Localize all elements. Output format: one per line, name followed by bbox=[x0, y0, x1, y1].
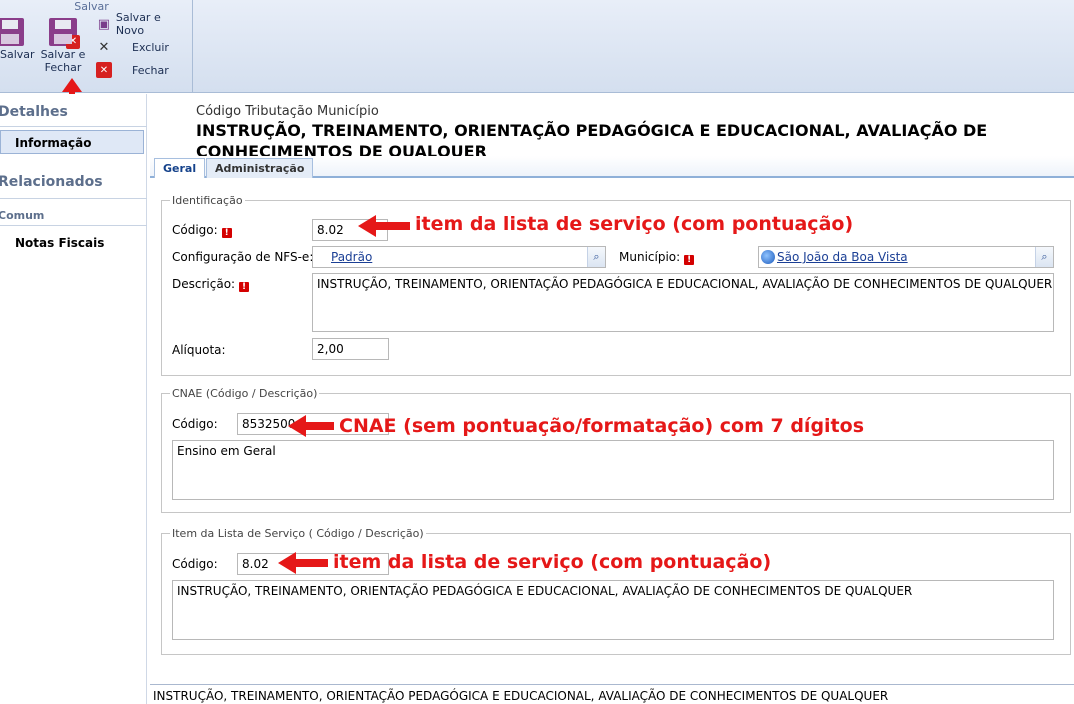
required-icon: ! bbox=[684, 255, 695, 265]
municipio-link[interactable]: São João da Boa Vista bbox=[777, 250, 908, 264]
sidebar-item-notas-fiscais[interactable]: Notas Fiscais bbox=[15, 236, 104, 250]
sidebar-item-informacao[interactable]: Informação bbox=[0, 130, 144, 154]
ribbon-group-save: Salvar Salvar ✕ Salvar e Fechar ▣ Salvar… bbox=[0, 0, 193, 93]
ribbon-toolbar: Salvar Salvar ✕ Salvar e Fechar ▣ Salvar… bbox=[0, 0, 1074, 93]
lookup-icon[interactable]: ⌕ bbox=[587, 247, 605, 267]
sidebar-navigation: Detalhes Informação Relacionados Comum N… bbox=[0, 94, 147, 704]
status-footer: INSTRUÇÃO, TREINAMENTO, ORIENTAÇÃO PEDAG… bbox=[150, 684, 1074, 704]
fieldset-legend: Item da Lista de Serviço ( Código / Desc… bbox=[172, 527, 424, 540]
close-red-icon: ✕ bbox=[96, 62, 112, 78]
close-label: Fechar bbox=[132, 63, 169, 77]
save-new-button[interactable]: ▣ Salvar e Novo bbox=[96, 11, 192, 37]
delete-x-icon: ✕ bbox=[98, 39, 110, 55]
divider bbox=[0, 225, 147, 226]
divider bbox=[0, 126, 147, 127]
sidebar-header-related: Relacionados bbox=[0, 174, 103, 190]
item-codigo-label: Código: bbox=[172, 557, 218, 571]
main-form: Código Tributação Município INSTRUÇÃO, T… bbox=[150, 94, 1074, 704]
delete-button[interactable]: ✕ Excluir bbox=[96, 38, 169, 56]
annotation-arrow-left bbox=[288, 415, 334, 437]
entity-name-title: INSTRUÇÃO, TREINAMENTO, ORIENTAÇÃO PEDAG… bbox=[196, 121, 988, 156]
config-nfse-link[interactable]: Padrão bbox=[331, 250, 372, 264]
required-icon: ! bbox=[221, 228, 232, 238]
item-descricao-textarea[interactable]: INSTRUÇÃO, TREINAMENTO, ORIENTAÇÃO PEDAG… bbox=[172, 580, 1054, 640]
config-nfse-lookup[interactable]: Padrão ⌕ bbox=[312, 246, 606, 268]
sidebar-header-details: Detalhes bbox=[0, 104, 68, 120]
cnae-descricao-textarea[interactable]: Ensino em Geral bbox=[172, 440, 1054, 500]
save-button[interactable]: Salvar bbox=[0, 18, 35, 61]
municipio-label-text: Município: bbox=[619, 250, 681, 264]
tab-geral[interactable]: Geral bbox=[154, 158, 206, 178]
annotation-arrow-left bbox=[278, 552, 328, 574]
descricao-textarea[interactable]: INSTRUÇÃO, TREINAMENTO, ORIENTAÇÃO PEDAG… bbox=[312, 273, 1054, 332]
aliquota-input[interactable]: 2,00 bbox=[312, 338, 389, 360]
lookup-icon[interactable]: ⌕ bbox=[1035, 247, 1053, 267]
codigo-label: Código:! bbox=[172, 223, 232, 238]
sidebar-header-common: Comum bbox=[0, 209, 45, 222]
annotation-text: CNAE (sem pontuação/formatação) com 7 dí… bbox=[339, 415, 865, 437]
globe-icon bbox=[761, 250, 775, 264]
fieldset-legend: CNAE (Código / Descrição) bbox=[172, 387, 318, 400]
tab-bar: Geral Administração bbox=[150, 156, 1074, 178]
close-button[interactable]: ✕ Fechar bbox=[96, 61, 169, 79]
tab-administracao[interactable]: Administração bbox=[206, 158, 314, 178]
floppy-disk-close-icon: ✕ bbox=[49, 18, 80, 49]
save-new-label: Salvar e Novo bbox=[115, 11, 161, 37]
required-icon: ! bbox=[239, 282, 250, 292]
save-button-label: Salvar bbox=[0, 48, 35, 61]
floppy-new-icon: ▣ bbox=[97, 16, 111, 32]
fieldset-legend: Identificação bbox=[172, 194, 243, 207]
annotation-arrow-left bbox=[358, 215, 410, 237]
save-close-button-label: Salvar e Fechar bbox=[40, 48, 86, 74]
entity-type-label: Código Tributação Município bbox=[196, 104, 379, 119]
descricao-label: Descrição:! bbox=[172, 277, 250, 292]
divider bbox=[0, 198, 147, 199]
floppy-disk-icon bbox=[0, 18, 24, 46]
cnae-codigo-label: Código: bbox=[172, 417, 218, 431]
annotation-text: item da lista de serviço (com pontuação) bbox=[415, 213, 854, 235]
annotation-text: item da lista de serviço (com pontuação) bbox=[333, 551, 772, 573]
aliquota-label: Alíquota: bbox=[172, 343, 226, 357]
descricao-label-text: Descrição: bbox=[172, 277, 236, 291]
codigo-label-text: Código: bbox=[172, 223, 218, 237]
delete-label: Excluir bbox=[132, 40, 169, 54]
municipio-lookup[interactable]: São João da Boa Vista ⌕ bbox=[758, 246, 1054, 268]
config-nfse-label: Configuração de NFS-e: bbox=[172, 250, 314, 264]
municipio-label: Município:! bbox=[619, 250, 695, 265]
save-close-button[interactable]: ✕ Salvar e Fechar bbox=[40, 18, 86, 74]
